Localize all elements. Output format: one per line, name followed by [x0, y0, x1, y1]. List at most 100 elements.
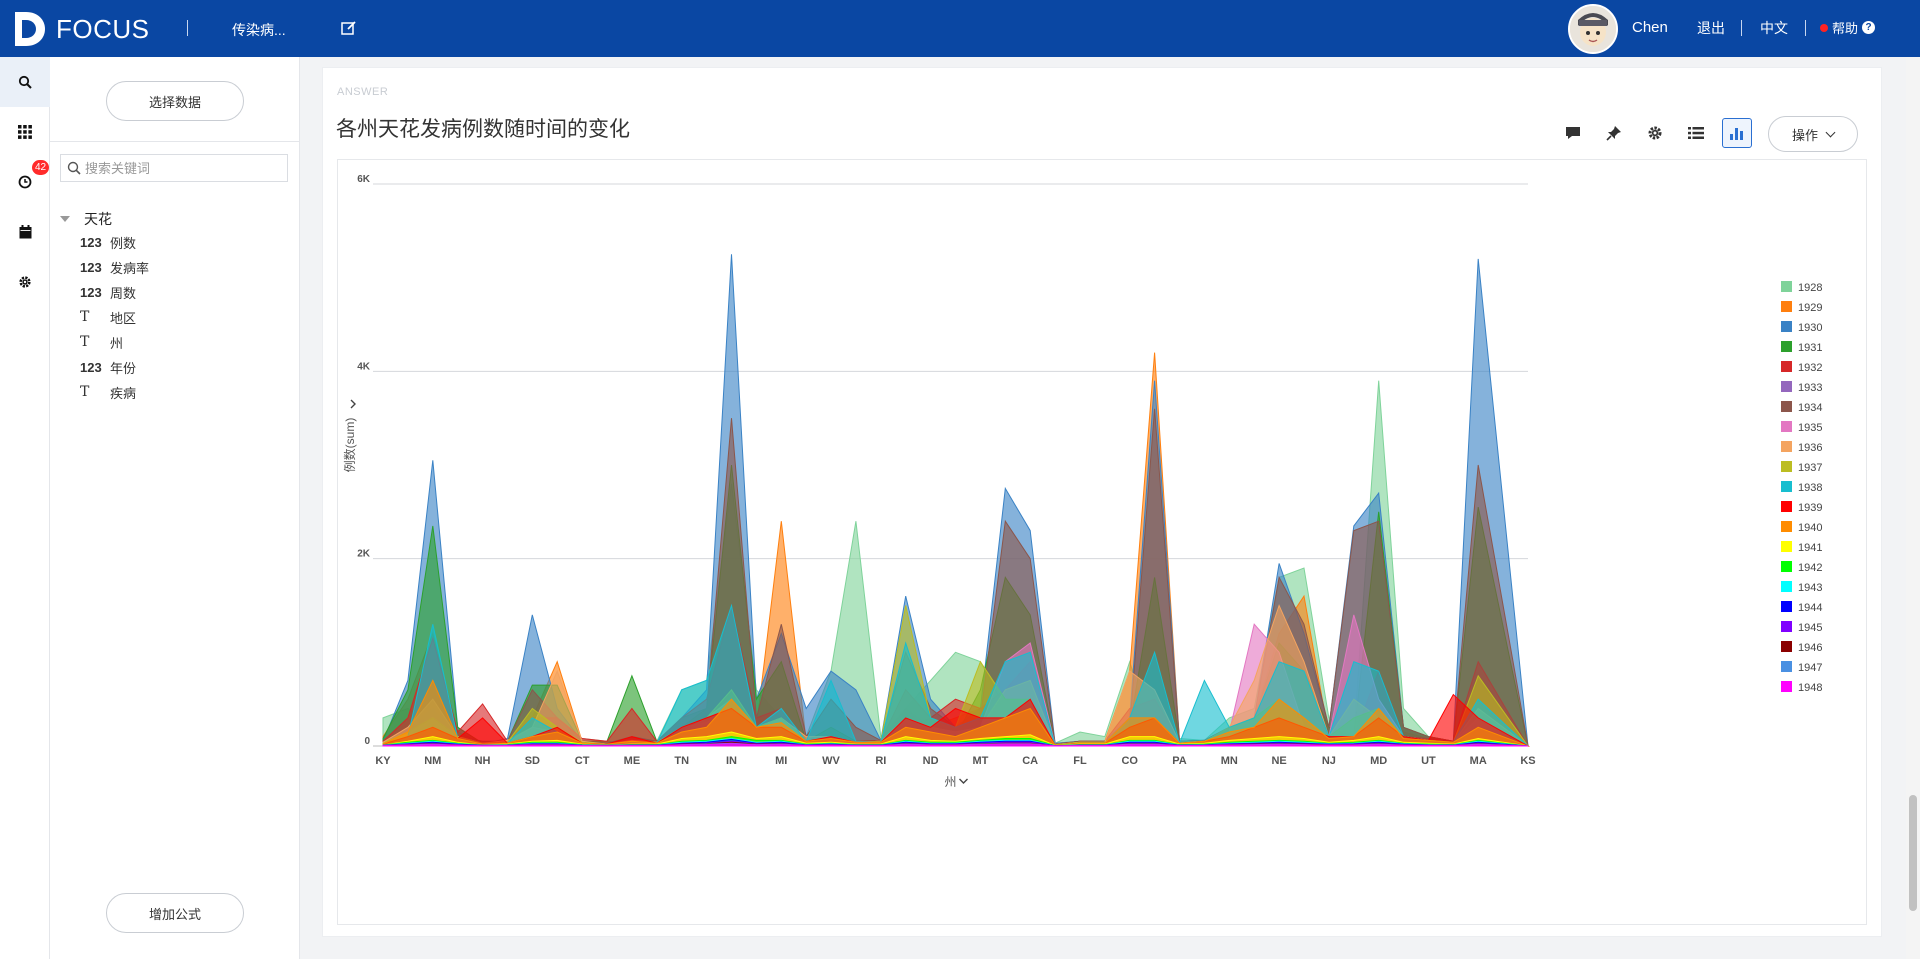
x-tick-label: CA [1022, 755, 1038, 767]
legend-swatch [1781, 521, 1792, 532]
list-icon [1688, 127, 1704, 139]
legend-item[interactable]: 1944 [1781, 601, 1822, 614]
legend-swatch [1781, 621, 1792, 632]
field-name: 发病率 [110, 260, 150, 276]
legend-item[interactable]: 1941 [1781, 541, 1822, 554]
scrollbar[interactable] [1906, 57, 1920, 959]
x-tick-label: RI [875, 755, 886, 767]
rail-calendar[interactable] [0, 207, 50, 257]
legend-item[interactable]: 1937 [1781, 461, 1822, 474]
grid-icon [18, 125, 32, 139]
legend-item[interactable]: 1943 [1781, 581, 1822, 594]
legend-item[interactable]: 1928 [1781, 281, 1822, 294]
legend-label: 1934 [1798, 402, 1822, 414]
search-input[interactable] [85, 160, 275, 176]
legend-item[interactable]: 1930 [1781, 321, 1822, 334]
user-name[interactable]: Chen [1632, 19, 1668, 36]
legend-item[interactable]: 1948 [1781, 681, 1822, 694]
legend-swatch [1781, 301, 1792, 312]
table-view-button[interactable] [1681, 118, 1711, 148]
operate-dropdown[interactable]: 操作 [1768, 116, 1858, 152]
legend-label: 1933 [1798, 382, 1822, 394]
top-bar: FOCUS 传染病... Chen 退出 中文 帮助 ? [0, 0, 1920, 57]
logo[interactable]: FOCUS [12, 10, 150, 48]
help-link[interactable]: 帮助 ? [1820, 18, 1876, 37]
notification-dot [1820, 23, 1828, 32]
field-name: 年份 [110, 360, 137, 376]
chevron-right-icon[interactable] [350, 399, 356, 409]
page-title[interactable]: 各州天花发病例数随时间的变化 [336, 113, 630, 143]
pin-button[interactable] [1599, 118, 1629, 148]
x-tick-label: MN [1221, 755, 1238, 767]
legend-item[interactable]: 1935 [1781, 421, 1822, 434]
field-item[interactable]: 123 例数 [80, 233, 136, 251]
legend-item[interactable]: 1934 [1781, 401, 1822, 414]
legend-label: 1930 [1798, 322, 1822, 334]
x-axis-title[interactable]: 州 [944, 775, 956, 789]
field-item[interactable]: T州 [80, 333, 123, 351]
divider [1805, 20, 1806, 36]
table-node[interactable]: 天花 [60, 209, 112, 229]
field-item[interactable]: T 疾病 [80, 383, 136, 401]
legend-item[interactable]: 1946 [1781, 641, 1822, 654]
legend-label: 1932 [1798, 362, 1822, 374]
legend-item[interactable]: 1938 [1781, 481, 1822, 494]
language-switch[interactable]: 中文 [1760, 18, 1788, 38]
x-tick-label: MI [775, 755, 787, 767]
legend-item[interactable]: 1939 [1781, 501, 1822, 514]
legend-swatch [1781, 401, 1792, 412]
rail-settings[interactable] [0, 257, 50, 307]
legend-item[interactable]: 1942 [1781, 561, 1822, 574]
text-type-icon: T [80, 384, 90, 400]
y-axis-title[interactable]: 例数(sum) [342, 418, 357, 473]
legend-label: 1940 [1798, 522, 1822, 534]
nav-title[interactable]: 传染病... [232, 20, 286, 40]
x-tick-label: KY [375, 755, 391, 767]
legend-item[interactable]: 1940 [1781, 521, 1822, 534]
x-tick-label: SD [525, 755, 540, 767]
x-tick-label: MT [972, 755, 988, 767]
field-item[interactable]: T 地区 [80, 308, 136, 326]
add-formula-button[interactable]: 增加公式 [106, 893, 244, 933]
legend-item[interactable]: 1932 [1781, 361, 1822, 374]
rail-grid[interactable] [0, 107, 50, 157]
legend-item[interactable]: 1945 [1781, 621, 1822, 634]
scrollbar-thumb[interactable] [1909, 795, 1917, 911]
legend-swatch [1781, 341, 1792, 352]
x-tick-label: ME [624, 755, 641, 767]
select-data-button[interactable]: 选择数据 [106, 81, 244, 121]
legend-label: 1947 [1798, 662, 1822, 674]
legend-swatch [1781, 441, 1792, 452]
chevron-down-icon[interactable] [959, 778, 968, 784]
x-tick-label: PA [1172, 755, 1187, 767]
field-name: 例数 [110, 235, 137, 251]
legend-swatch [1781, 681, 1792, 692]
chart-area[interactable]: 0 2K 4K 6K KY NM NH SD CT ME TN IN MI WV RI ND MT CA FL CO P… [337, 159, 1867, 925]
keyword-search[interactable] [60, 154, 288, 182]
legend-item[interactable]: 1931 [1781, 341, 1822, 354]
legend-label: 1929 [1798, 302, 1822, 314]
pin-icon [1606, 126, 1621, 141]
question-icon: ? [1862, 21, 1876, 34]
logout-link[interactable]: 退出 [1697, 18, 1725, 38]
field-item[interactable]: 123 周数 [80, 283, 136, 301]
x-tick-label: WV [822, 755, 840, 767]
field-item[interactable]: 123 发病率 [80, 258, 149, 276]
field-item[interactable]: 123 年份 [80, 358, 136, 376]
stacked-area-chart[interactable]: 0 2K 4K 6K KY NM NH SD CT ME TN IN MI WV RI ND MT CA FL CO P… [338, 160, 1866, 924]
legend-item[interactable]: 1933 [1781, 381, 1822, 394]
caret-down-icon[interactable] [60, 216, 70, 222]
x-tick-label: NH [475, 755, 491, 767]
avatar[interactable] [1568, 4, 1618, 54]
comment-button[interactable] [1558, 118, 1588, 148]
legend-item[interactable]: 1936 [1781, 441, 1822, 454]
legend-item[interactable]: 1947 [1781, 661, 1822, 674]
edit-icon[interactable] [340, 19, 358, 37]
chart-view-button[interactable] [1722, 118, 1752, 148]
settings-button[interactable] [1640, 118, 1670, 148]
settings-icon [19, 276, 31, 288]
rail-search[interactable] [0, 57, 50, 107]
legend-label: 1944 [1798, 602, 1822, 614]
legend-item[interactable]: 1929 [1781, 301, 1822, 314]
y-tick-label: 6K [357, 174, 371, 185]
